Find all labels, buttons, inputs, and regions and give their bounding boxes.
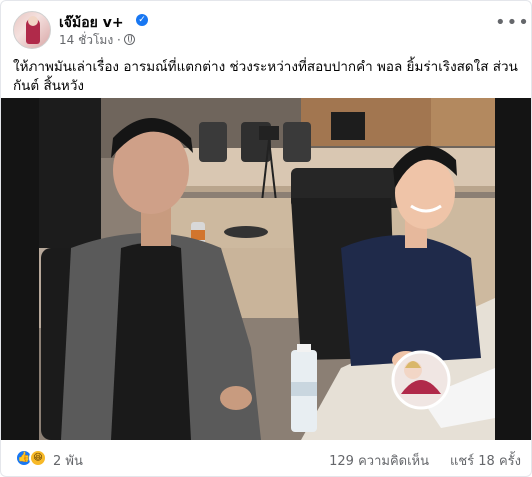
avatar-head — [28, 16, 38, 26]
author-avatar[interactable] — [13, 11, 51, 49]
globe-icon — [123, 34, 135, 45]
post-caption: ให้ภาพมันเล่าเรื่อง อารมณ์ที่แตกต่าง ช่ว… — [13, 59, 518, 94]
post-stats: 👍 😆 2 พัน 129 ความคิดเห็น แชร์ 18 ครั้ง — [13, 447, 521, 469]
post-time[interactable]: 14 ชั่วโมง — [59, 33, 113, 47]
more-options-icon[interactable]: ••• — [495, 14, 529, 37]
share-count[interactable]: แชร์ 18 ครั้ง — [450, 450, 521, 471]
post-photo[interactable] — [1, 98, 531, 440]
comment-count[interactable]: 129 ความคิดเห็น — [329, 450, 429, 471]
post-header: เจ๊ม้อย v+ ✓ 14 ชั่วโมง · ••• — [13, 11, 529, 51]
verified-badge-icon: ✓ — [136, 14, 148, 26]
haha-icon: 😆 — [29, 449, 47, 467]
facebook-post: เจ๊ม้อย v+ ✓ 14 ชั่วโมง · ••• ให้ภาพมันเ… — [0, 0, 532, 477]
reactions[interactable]: 👍 😆 — [15, 449, 49, 467]
post-meta: 14 ชั่วโมง · — [59, 31, 135, 50]
reaction-count[interactable]: 2 พัน — [53, 450, 83, 471]
